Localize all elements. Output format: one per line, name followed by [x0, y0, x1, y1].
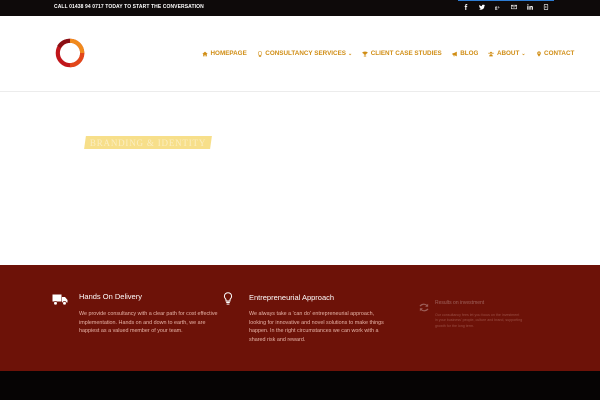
home-icon	[202, 51, 208, 57]
nav-item-label: CONTACT	[544, 50, 575, 57]
top-bar: CALL 01438 94 0717 TODAY TO START THE CO…	[0, 0, 600, 16]
feature-text: We always take a 'can do' entrepreneuria…	[249, 311, 384, 343]
lightbulb-icon	[222, 292, 238, 306]
call-to-action-text: CALL 01438 94 0717 TODAY TO START THE CO…	[54, 4, 204, 10]
site-footer	[0, 371, 600, 400]
feature-text: Our consultancy fees let you focus on th…	[435, 313, 523, 328]
nav-item-label: ABOUT	[496, 50, 520, 57]
page-title: BRANDING & IDENTITY	[90, 137, 207, 148]
nav-item-blog[interactable]: BLOG	[452, 50, 479, 57]
map-marker-icon	[536, 50, 542, 57]
hero-section: BRANDING & IDENTITY	[0, 92, 600, 265]
email-icon[interactable]	[506, 0, 522, 14]
feature-text: We provide consultancy with a clear path…	[79, 311, 218, 335]
nav-item-label: BLOG	[460, 50, 479, 57]
feature-title: Entrepreneurial Approach	[249, 293, 335, 302]
nav-item-label: CLIENT CASE STUDIES	[370, 50, 442, 57]
nav-item-contact[interactable]: CONTACT	[536, 50, 575, 57]
facebook-icon[interactable]	[458, 0, 474, 14]
refresh-icon	[418, 300, 434, 314]
svg-text:g+: g+	[495, 6, 500, 10]
chevron-down-icon: ⌄	[521, 50, 526, 57]
trophy-icon	[362, 51, 368, 57]
nav-item-client-case-studies[interactable]: CLIENT CASE STUDIES	[362, 50, 442, 57]
nav-item-consultancy-services[interactable]: CONSULTANCY SERVICES ⌄	[257, 50, 352, 57]
linkedin-icon[interactable]	[522, 0, 538, 14]
lightbulb-icon	[257, 50, 263, 57]
google-plus-icon[interactable]: g+	[490, 0, 506, 14]
feature-title: Results on investment	[435, 300, 485, 306]
users-icon	[488, 51, 495, 57]
nav-item-about[interactable]: ABOUT ⌄	[488, 50, 526, 57]
youtube-icon[interactable]	[538, 0, 554, 14]
truck-icon	[52, 292, 68, 306]
nav-item-label: CONSULTANCY SERVICES	[265, 50, 346, 57]
site-header: HOMEPAGE CONSULTANCY SERVICES ⌄ CLIENT C…	[0, 16, 600, 92]
bullhorn-icon	[452, 51, 458, 57]
hero-title-banner: BRANDING & IDENTITY	[84, 136, 213, 149]
chevron-down-icon: ⌄	[348, 50, 353, 57]
feature-title: Hands On Delivery	[79, 292, 142, 301]
social-links: g+	[458, 0, 554, 14]
twitter-icon[interactable]	[474, 0, 490, 14]
main-navigation: HOMEPAGE CONSULTANCY SERVICES ⌄ CLIENT C…	[202, 50, 584, 57]
nav-item-label: HOMEPAGE	[210, 50, 247, 57]
site-logo[interactable]	[55, 38, 85, 68]
nav-item-homepage[interactable]: HOMEPAGE	[202, 50, 247, 57]
